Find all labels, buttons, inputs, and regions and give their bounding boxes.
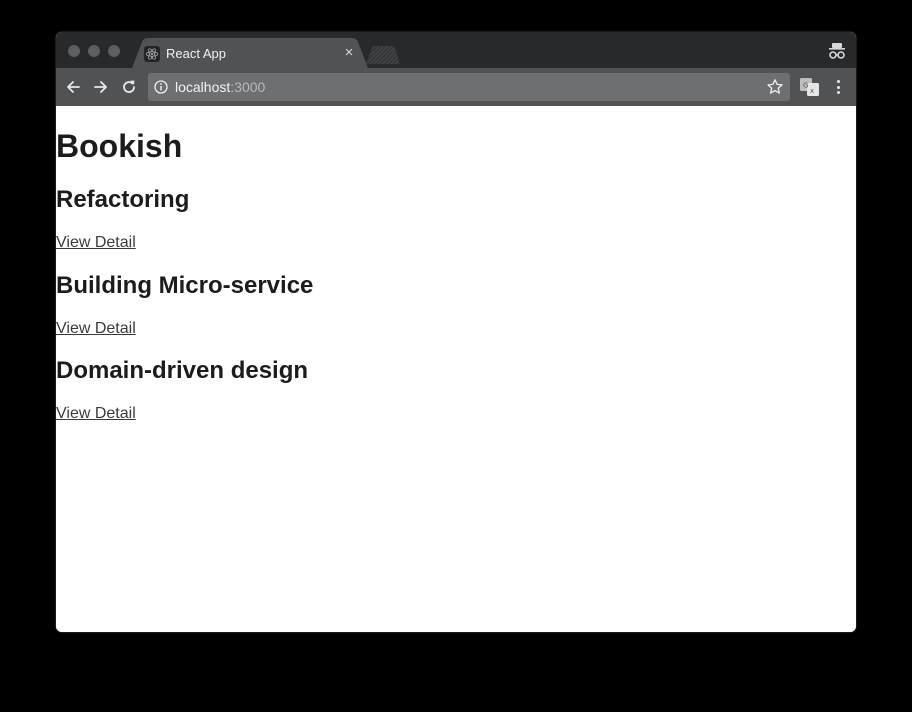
- browser-window: React App × localhost:3000 G x Bookish R…: [56, 32, 856, 632]
- kebab-menu-icon[interactable]: [830, 78, 846, 96]
- url-port: :3000: [230, 79, 266, 95]
- incognito-icon[interactable]: [828, 42, 846, 60]
- url-host: localhost: [175, 79, 231, 95]
- view-detail-link[interactable]: View Detail: [56, 234, 136, 252]
- page-title: Bookish: [56, 128, 183, 164]
- new-tab-button[interactable]: [366, 46, 400, 64]
- page-content: Bookish Refactoring View Detail Building…: [56, 106, 856, 632]
- tab-close-button[interactable]: ×: [342, 45, 356, 61]
- arrow-left-icon[interactable]: [63, 77, 83, 97]
- book-title: Refactoring: [56, 186, 190, 213]
- menu-dot: [836, 80, 840, 83]
- svg-text:G: G: [803, 82, 808, 90]
- zoom-window-button[interactable]: [108, 45, 120, 57]
- svg-text:x: x: [810, 87, 814, 95]
- star-icon[interactable]: [766, 78, 784, 96]
- tab-strip: React App ×: [56, 32, 856, 68]
- menu-dot: [836, 85, 840, 89]
- menu-dot: [836, 91, 840, 94]
- reload-icon[interactable]: [119, 77, 139, 97]
- minimize-window-button[interactable]: [88, 45, 100, 57]
- view-detail-link[interactable]: View Detail: [56, 405, 136, 423]
- info-icon[interactable]: [154, 80, 168, 94]
- close-window-button[interactable]: [68, 45, 80, 57]
- react-atom-icon: [144, 46, 160, 62]
- tab-title: React App: [166, 46, 226, 61]
- translate-icon[interactable]: G x: [800, 78, 820, 96]
- arrow-right-icon[interactable]: [91, 77, 111, 97]
- browser-toolbar: localhost:3000 G x: [56, 68, 856, 106]
- book-title: Building Micro-service: [56, 272, 314, 299]
- book-title: Domain-driven design: [56, 357, 309, 384]
- view-detail-link[interactable]: View Detail: [56, 320, 136, 338]
- address-bar[interactable]: localhost:3000: [148, 73, 790, 101]
- url-text[interactable]: localhost:3000: [175, 79, 265, 95]
